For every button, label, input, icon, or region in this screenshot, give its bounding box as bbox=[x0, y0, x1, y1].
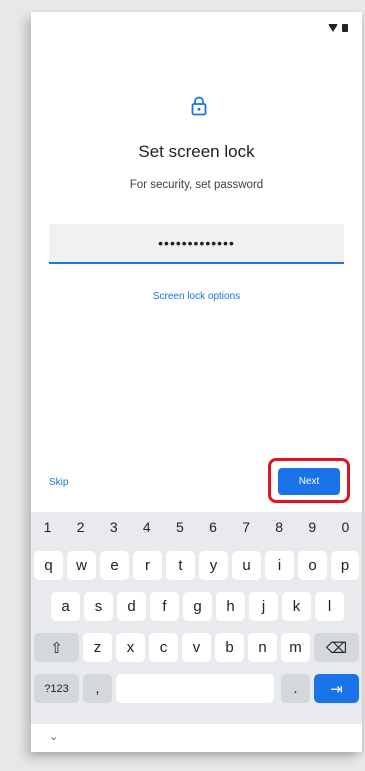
key-c[interactable]: c bbox=[149, 633, 178, 662]
comma-key[interactable]: , bbox=[83, 674, 112, 703]
key-4[interactable]: 4 bbox=[130, 519, 163, 535]
backspace-key[interactable]: ⌫ bbox=[314, 633, 359, 662]
lock-icon bbox=[191, 96, 207, 116]
key-i[interactable]: i bbox=[265, 551, 294, 580]
key-1[interactable]: 1 bbox=[31, 519, 64, 535]
key-0[interactable]: 0 bbox=[329, 519, 362, 535]
key-x[interactable]: x bbox=[116, 633, 145, 662]
next-button[interactable]: Next bbox=[278, 468, 340, 495]
key-2[interactable]: 2 bbox=[64, 519, 97, 535]
page-title: Set screen lock bbox=[138, 142, 255, 161]
phone-screen: Set screen lock For security, set passwo… bbox=[31, 12, 362, 752]
enter-key[interactable]: ⇥ bbox=[314, 674, 359, 703]
key-k[interactable]: k bbox=[282, 592, 311, 621]
key-a[interactable]: a bbox=[51, 592, 80, 621]
navigation-bar: ⌄ bbox=[31, 724, 362, 752]
status-bar bbox=[31, 12, 362, 42]
space-key[interactable] bbox=[116, 674, 274, 703]
key-t[interactable]: t bbox=[166, 551, 195, 580]
key-h[interactable]: h bbox=[216, 592, 245, 621]
battery-icon bbox=[342, 24, 348, 32]
wifi-icon bbox=[328, 24, 338, 32]
key-9[interactable]: 9 bbox=[296, 519, 329, 535]
key-e[interactable]: e bbox=[100, 551, 129, 580]
key-n[interactable]: n bbox=[248, 633, 277, 662]
page-subtitle: For security, set password bbox=[129, 179, 264, 191]
symbols-key[interactable]: ?123 bbox=[34, 674, 79, 703]
key-7[interactable]: 7 bbox=[230, 519, 263, 535]
keyboard: 1 2 3 4 5 6 7 8 9 0 q w e r t y u i o p … bbox=[31, 512, 362, 724]
period-key[interactable]: . bbox=[281, 674, 310, 703]
key-g[interactable]: g bbox=[183, 592, 212, 621]
key-f[interactable]: f bbox=[150, 592, 179, 621]
key-8[interactable]: 8 bbox=[263, 519, 296, 535]
number-row: 1 2 3 4 5 6 7 8 9 0 bbox=[31, 519, 362, 535]
password-input[interactable]: ••••••••••••• bbox=[49, 224, 344, 264]
key-y[interactable]: y bbox=[199, 551, 228, 580]
key-j[interactable]: j bbox=[249, 592, 278, 621]
screen-lock-options-link[interactable]: Screen lock options bbox=[31, 291, 362, 302]
key-b[interactable]: b bbox=[215, 633, 244, 662]
key-s[interactable]: s bbox=[84, 592, 113, 621]
key-r[interactable]: r bbox=[133, 551, 162, 580]
key-p[interactable]: p bbox=[331, 551, 359, 580]
key-l[interactable]: l bbox=[315, 592, 344, 621]
shift-key[interactable]: ⇧ bbox=[34, 633, 79, 662]
key-6[interactable]: 6 bbox=[196, 519, 229, 535]
key-w[interactable]: w bbox=[67, 551, 96, 580]
key-v[interactable]: v bbox=[182, 633, 211, 662]
key-q[interactable]: q bbox=[34, 551, 63, 580]
key-5[interactable]: 5 bbox=[163, 519, 196, 535]
key-3[interactable]: 3 bbox=[97, 519, 130, 535]
key-m[interactable]: m bbox=[281, 633, 310, 662]
key-u[interactable]: u bbox=[232, 551, 261, 580]
key-d[interactable]: d bbox=[117, 592, 146, 621]
chevron-down-icon[interactable]: ⌄ bbox=[49, 730, 58, 743]
key-z[interactable]: z bbox=[83, 633, 112, 662]
key-o[interactable]: o bbox=[298, 551, 327, 580]
skip-button[interactable]: Skip bbox=[49, 477, 68, 488]
